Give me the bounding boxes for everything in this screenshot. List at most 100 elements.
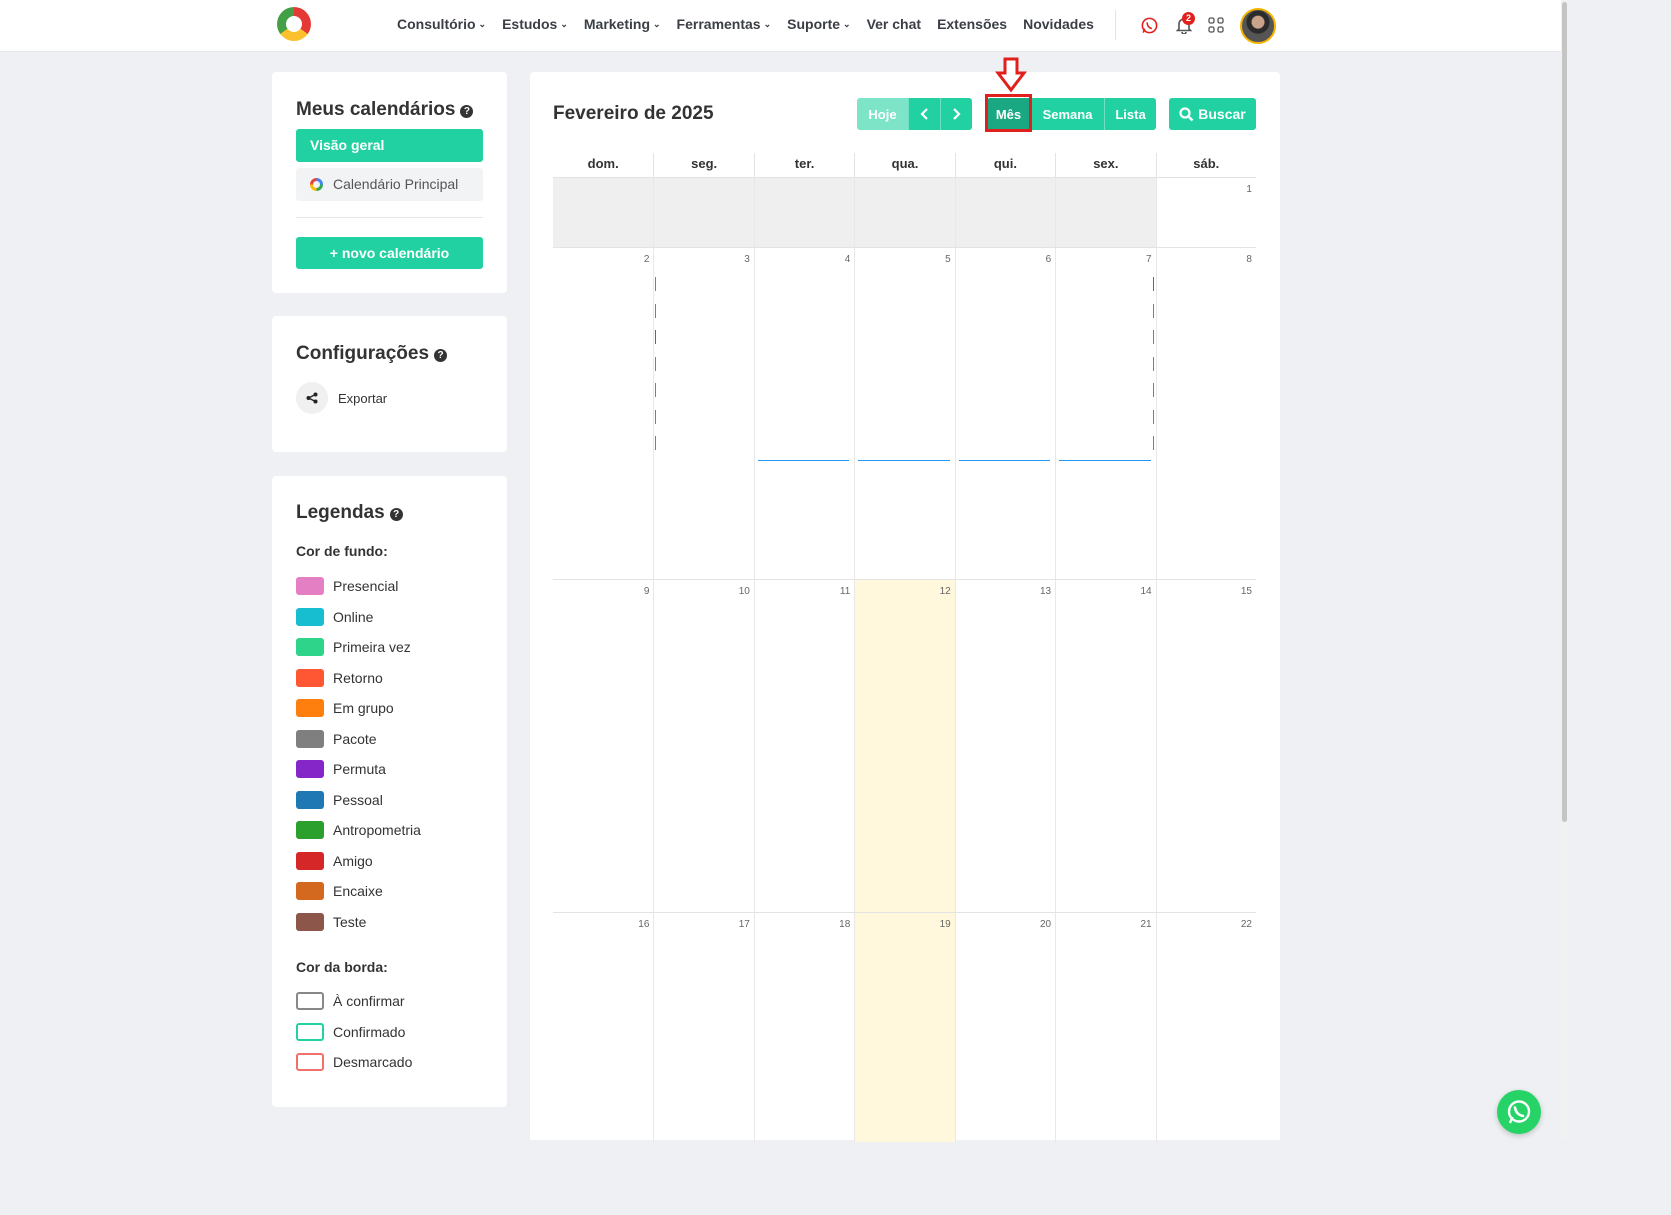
event-marker[interactable] [1152, 383, 1154, 397]
today-button[interactable]: Hoje [857, 98, 908, 130]
day-number[interactable]: 11 [840, 586, 850, 597]
day-cell[interactable]: 18 [753, 912, 855, 1142]
nav-menu-item[interactable]: Novidades [1023, 16, 1094, 32]
day-cell[interactable]: 21 [1055, 912, 1156, 1142]
day-cell[interactable]: 12 [854, 579, 955, 912]
day-cell[interactable]: 5 [854, 247, 955, 579]
day-cell[interactable] [954, 177, 1056, 247]
day-number[interactable]: 19 [940, 919, 951, 930]
event-marker[interactable] [655, 436, 657, 450]
event-marker[interactable] [1152, 409, 1154, 424]
event-marker[interactable] [655, 277, 657, 291]
day-cell[interactable] [553, 177, 654, 247]
top-navbar: Consultório ⌄ Estudos ⌄ Marketing ⌄ Ferramenta… [0, 0, 1561, 52]
chevron-left-icon [920, 108, 928, 120]
day-number[interactable]: 21 [1140, 919, 1151, 930]
nav-menu-item[interactable]: Ver chat [867, 16, 921, 32]
export-button[interactable]: Exportar [296, 382, 387, 414]
day-number[interactable]: 1 [1246, 184, 1252, 195]
day-number[interactable]: 18 [839, 919, 850, 930]
day-number[interactable]: 17 [739, 919, 750, 930]
event-marker[interactable] [655, 409, 657, 424]
day-cell[interactable]: 14 [1055, 579, 1156, 912]
search-button[interactable]: Buscar [1169, 98, 1256, 130]
event-marker[interactable] [1152, 330, 1154, 344]
day-cell[interactable] [653, 177, 754, 247]
day-number[interactable]: 16 [638, 919, 649, 930]
event-marker[interactable] [1152, 436, 1154, 450]
event-marker[interactable] [1059, 460, 1151, 461]
event-marker[interactable] [1152, 303, 1154, 318]
event-marker[interactable] [1152, 356, 1154, 371]
day-number[interactable]: 22 [1241, 919, 1252, 930]
event-marker[interactable] [655, 383, 657, 397]
day-cell[interactable]: 1 [1155, 177, 1256, 247]
day-number[interactable]: 14 [1140, 586, 1151, 597]
help-icon[interactable]: ? [460, 105, 474, 118]
nav-menu-item[interactable]: Extensões [937, 16, 1007, 32]
chevron-down-icon: ⌄ [478, 19, 487, 29]
day-cell[interactable]: 7 [1055, 247, 1156, 579]
day-cell[interactable]: 4 [753, 247, 855, 579]
day-cell[interactable]: 20 [954, 912, 1056, 1142]
day-number[interactable]: 12 [940, 586, 951, 597]
day-cell[interactable]: 19 [854, 912, 955, 1142]
day-cell[interactable]: 17 [653, 912, 754, 1142]
border-color-heading: Cor da borda: [296, 959, 388, 975]
apps-grid-icon[interactable] [1206, 15, 1226, 35]
day-cell[interactable]: 10 [653, 579, 754, 912]
day-cell[interactable]: 22 [1155, 912, 1256, 1142]
day-cell[interactable]: 11 [753, 579, 855, 912]
day-number[interactable]: 13 [1040, 586, 1051, 597]
app-logo[interactable] [277, 7, 311, 41]
day-number[interactable]: 15 [1241, 586, 1252, 597]
day-cell[interactable] [753, 177, 855, 247]
event-marker[interactable] [655, 330, 657, 344]
day-cell[interactable] [1055, 177, 1156, 247]
nav-menu-item[interactable]: Estudos ⌄ [502, 16, 568, 32]
event-marker[interactable] [655, 356, 657, 371]
whatsapp-chat-button[interactable] [1497, 1090, 1541, 1134]
day-cell[interactable]: 13 [954, 579, 1056, 912]
event-marker[interactable] [655, 303, 657, 318]
day-cell[interactable]: 3 [653, 247, 754, 579]
nav-menu-item[interactable]: Marketing ⌄ [584, 16, 661, 32]
overview-button[interactable]: Visão geral [296, 129, 483, 162]
new-calendar-button[interactable]: + novo calendário [296, 237, 483, 269]
prev-button[interactable] [908, 98, 940, 130]
day-number[interactable]: 3 [744, 254, 750, 265]
next-button[interactable] [940, 98, 972, 130]
day-cell[interactable]: 8 [1155, 247, 1256, 579]
day-number[interactable]: 8 [1246, 254, 1252, 265]
nav-menu-item[interactable]: Consultório ⌄ [397, 16, 486, 32]
scrollbar-thumb[interactable] [1562, 2, 1567, 822]
annotation-highlight-box [985, 94, 1032, 132]
day-number[interactable]: 5 [945, 254, 951, 265]
day-number[interactable]: 9 [644, 586, 650, 597]
main-calendar-item[interactable]: Calendário Principal [296, 168, 483, 201]
nav-menu-item[interactable]: Ferramentas ⌄ [677, 16, 772, 32]
day-cell[interactable]: 16 [553, 912, 654, 1142]
day-cell[interactable]: 2 [553, 247, 654, 579]
list-view-button[interactable]: Lista [1104, 98, 1156, 130]
event-marker[interactable] [757, 460, 850, 461]
day-number[interactable]: 20 [1040, 919, 1051, 930]
whatsapp-icon[interactable] [1139, 15, 1159, 35]
help-icon[interactable]: ? [389, 508, 403, 521]
nav-menu-item[interactable]: Suporte ⌄ [787, 16, 850, 32]
day-number[interactable]: 4 [845, 254, 851, 265]
day-cell[interactable] [854, 177, 955, 247]
event-marker[interactable] [858, 460, 950, 461]
event-marker[interactable] [958, 460, 1051, 461]
day-cell[interactable]: 9 [553, 579, 654, 912]
day-number[interactable]: 7 [1146, 254, 1152, 265]
day-number[interactable]: 2 [644, 254, 650, 265]
week-view-button[interactable]: Semana [1030, 98, 1104, 130]
day-cell[interactable]: 6 [954, 247, 1056, 579]
day-number[interactable]: 10 [739, 586, 750, 597]
day-cell[interactable]: 15 [1155, 579, 1256, 912]
day-number[interactable]: 6 [1046, 254, 1052, 265]
help-icon[interactable]: ? [434, 349, 448, 362]
avatar[interactable] [1240, 8, 1276, 44]
event-marker[interactable] [1152, 277, 1154, 291]
